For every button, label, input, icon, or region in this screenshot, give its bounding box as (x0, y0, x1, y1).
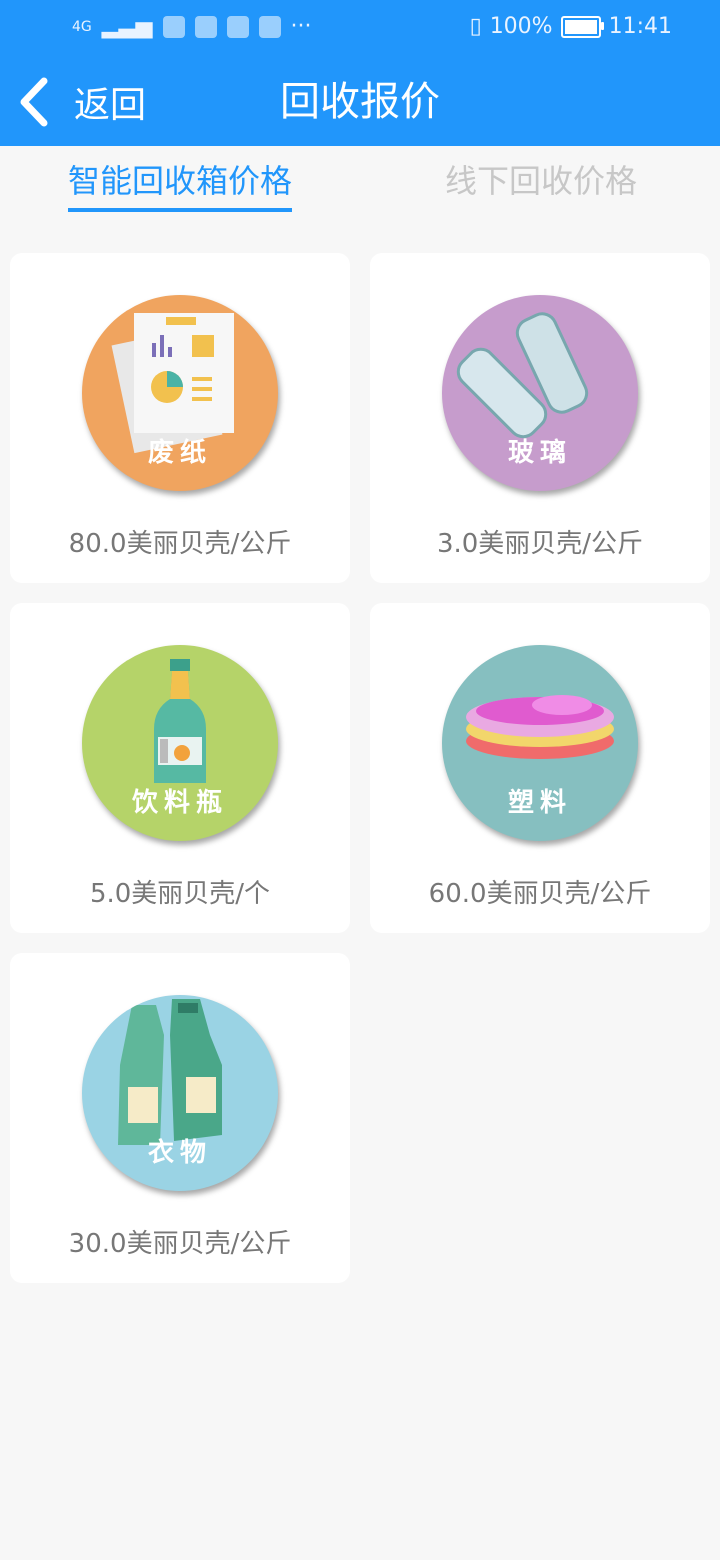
tab-smart-box-price[interactable]: 智能回收箱价格 (68, 156, 293, 212)
clock: 11:41 (608, 14, 672, 39)
item-price: 80.0美丽贝壳/公斤 (68, 529, 292, 559)
battery-icon (560, 15, 604, 38)
status-bar: 4G ▂▃▅ ··· ▯ 100% 11:41 (0, 0, 720, 56)
item-name: 玻璃 (507, 438, 572, 468)
app-notification-icon (226, 15, 249, 38)
recycle-item-card[interactable]: 塑料 60.0美丽贝壳/公斤 (370, 603, 710, 933)
app-notification-icon (194, 15, 217, 38)
item-name: 废纸 (147, 438, 212, 468)
item-name: 饮料瓶 (131, 788, 228, 818)
item-price: 5.0美丽贝壳/个 (89, 879, 271, 909)
recycle-item-card[interactable]: 衣物 30.0美丽贝壳/公斤 (10, 953, 350, 1283)
item-image: 衣物 (82, 995, 278, 1191)
recycle-item-card[interactable]: 饮料瓶 5.0美丽贝壳/个 (10, 603, 350, 933)
recycle-item-card[interactable]: 玻璃 3.0美丽贝壳/公斤 (370, 253, 710, 583)
item-name: 塑料 (507, 788, 572, 818)
page-title: 回收报价 (280, 79, 440, 125)
usb-icon (162, 15, 185, 38)
item-image: 废纸 (82, 295, 278, 491)
more-notifications-icon: ··· (290, 14, 312, 39)
signal-bars-icon: ▂▃▅ (101, 14, 153, 39)
tab-bar: 智能回收箱价格 线下回收价格 (0, 150, 720, 220)
item-image: 玻璃 (442, 295, 638, 491)
item-price: 3.0美丽贝壳/公斤 (436, 529, 644, 559)
vibrate-icon: ▯ (469, 14, 482, 39)
item-image: 塑料 (442, 645, 638, 841)
app-header: 4G ▂▃▅ ··· ▯ 100% 11:41 返回 回收报价 (0, 0, 720, 146)
app-notification-icon (258, 15, 281, 38)
item-price: 60.0美丽贝壳/公斤 (428, 879, 652, 909)
recycle-item-card[interactable]: 废纸 80.0美丽贝壳/公斤 (10, 253, 350, 583)
battery-percent: 100% (489, 14, 553, 39)
signal-indicator: 4G (72, 18, 92, 35)
tab-offline-price[interactable]: 线下回收价格 (445, 156, 637, 202)
item-price: 30.0美丽贝壳/公斤 (68, 1229, 292, 1259)
item-image: 饮料瓶 (82, 645, 278, 841)
item-name: 衣物 (147, 1138, 212, 1168)
